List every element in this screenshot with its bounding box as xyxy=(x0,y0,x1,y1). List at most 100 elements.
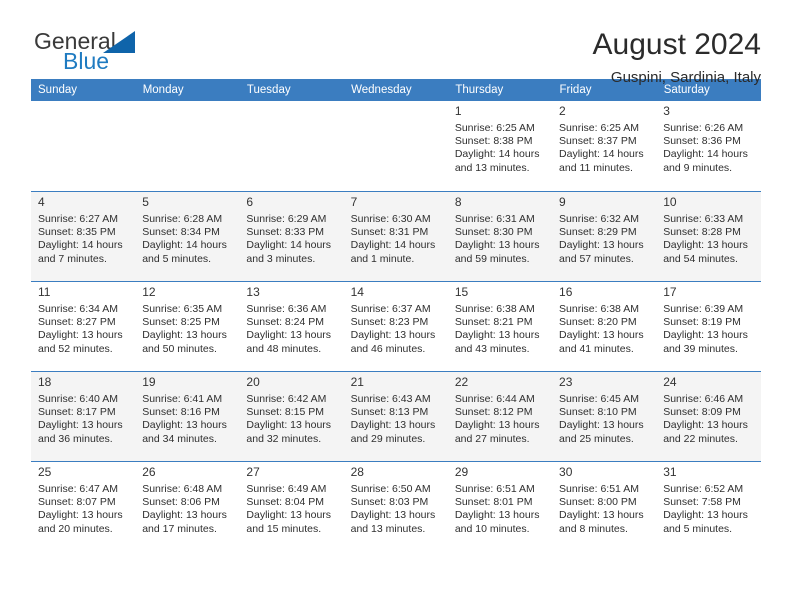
day-details: Sunrise: 6:34 AM Sunset: 8:27 PM Daylight:… xyxy=(38,303,129,356)
day-cell-29[interactable]: 29 Sunrise: 6:51 AM Sunset: 8:01 PM Dayligh… xyxy=(447,461,553,551)
day-number: 23 xyxy=(559,375,573,389)
day-number xyxy=(38,101,129,105)
day-cell-8[interactable]: 8 Sunrise: 6:31 AM Sunset: 8:30 PM Daylight… xyxy=(447,191,553,281)
day-number: 10 xyxy=(663,195,677,209)
day-details: Sunrise: 6:25 AM Sunset: 8:37 PM Daylight:… xyxy=(559,122,650,175)
day-number: 16 xyxy=(559,285,573,299)
day-number: 27 xyxy=(246,465,260,479)
logo-text-blue: Blue xyxy=(63,48,110,74)
day-number: 5 xyxy=(142,195,149,209)
day-number: 6 xyxy=(246,195,254,209)
day-cell-23[interactable]: 23 Sunrise: 6:45 AM Sunset: 8:10 PM Dayligh… xyxy=(552,371,657,461)
sunset-text: Sunset: 8:20 PM xyxy=(559,316,637,329)
day-number: 22 xyxy=(454,375,469,389)
day-details: Sunrise: 6:33 AM Sunset: 8:28 PM Daylight:… xyxy=(663,213,754,266)
daylight-text-3: and 25 minutes. xyxy=(559,432,634,445)
day-details: Sunrise: 6:30 AM Sunset: 8:31 PM Daylight:… xyxy=(351,213,442,266)
calendar-page: General Blue August 2024 Guspini, Sardin… xyxy=(0,0,792,612)
day-cell-15[interactable]: 15 Sunrise: 6:38 AM Sunset: 8:21 PM Dayligh… xyxy=(447,281,553,371)
sunset-text: Sunset: 8:03 PM xyxy=(350,496,429,509)
day-cell-4[interactable]: 4 Sunrise: 6:27 AM Sunset: 8:35 PM Daylight… xyxy=(31,191,136,281)
sunset-text: Sunset: 8:07 PM xyxy=(38,496,116,509)
sunrise-text: Sunrise: 6:44 AM xyxy=(454,393,535,405)
daylight-text-2: Daylight: 13 hours xyxy=(246,509,332,522)
general-blue-logo[interactable]: General Blue xyxy=(31,28,151,80)
day-cell-empty xyxy=(31,101,135,191)
day-cell-12[interactable]: 12 Sunrise: 6:35 AM Sunset: 8:25 PM Dayligh… xyxy=(135,281,240,371)
day-cell-10[interactable]: 10 Sunrise: 6:33 AM Sunset: 8:28 PM Dayligh… xyxy=(656,191,761,281)
page-header: General Blue August 2024 Guspini, Sardin… xyxy=(31,0,761,86)
day-cell-24[interactable]: 24 Sunrise: 6:46 AM Sunset: 8:09 PM Dayligh… xyxy=(656,371,761,461)
day-cell-26[interactable]: 26 Sunrise: 6:48 AM Sunset: 8:06 PM Dayligh… xyxy=(135,461,240,551)
daylight-text-2: Daylight: 13 hours xyxy=(663,509,748,522)
daylight-text-2: Daylight: 13 hours xyxy=(454,419,540,432)
daylight-text-3: and 39 minutes. xyxy=(663,342,738,355)
day-number: 1 xyxy=(454,104,462,118)
day-details: Sunrise: 6:45 AM Sunset: 8:10 PM Daylight:… xyxy=(559,393,650,446)
day-cell-14[interactable]: 14 Sunrise: 6:37 AM Sunset: 8:23 PM Dayligh… xyxy=(343,281,448,371)
daylight-text-2: Daylight: 13 hours xyxy=(142,419,227,432)
day-details: Sunrise: 6:32 AM Sunset: 8:29 PM Daylight:… xyxy=(559,213,650,266)
day-cell-2[interactable]: 2 Sunrise: 6:25 AM Sunset: 8:37 PM Daylight… xyxy=(552,101,656,191)
daylight-text-3: and 52 minutes. xyxy=(38,342,113,355)
sunset-text: Sunset: 8:17 PM xyxy=(38,406,116,419)
day-cell-19[interactable]: 19 Sunrise: 6:41 AM Sunset: 8:16 PM Dayligh… xyxy=(135,371,240,461)
day-cell-11[interactable]: 11 Sunrise: 6:34 AM Sunset: 8:27 PM Dayligh… xyxy=(31,281,136,371)
day-details: Sunrise: 6:44 AM Sunset: 8:12 PM Daylight:… xyxy=(455,393,546,446)
daylight-text-3: and 9 minutes. xyxy=(663,161,733,174)
daylight-text-2: Daylight: 14 hours xyxy=(246,239,332,252)
daylight-text-2: Daylight: 14 hours xyxy=(142,239,227,252)
day-cell-9[interactable]: 9 Sunrise: 6:32 AM Sunset: 8:29 PM Daylight… xyxy=(552,191,657,281)
sunrise-text: Sunrise: 6:41 AM xyxy=(142,393,223,405)
daylight-text-3: and 34 minutes. xyxy=(142,432,217,445)
sunset-text: Sunset: 8:24 PM xyxy=(246,316,325,329)
day-cell-13[interactable]: 13 Sunrise: 6:36 AM Sunset: 8:24 PM Dayligh… xyxy=(239,281,344,371)
daylight-text-3: and 20 minutes. xyxy=(38,522,113,535)
day-number: 13 xyxy=(246,285,260,299)
day-cell-3[interactable]: 3 Sunrise: 6:26 AM Sunset: 8:36 PM Daylight… xyxy=(656,101,760,191)
day-cell-16[interactable]: 16 Sunrise: 6:38 AM Sunset: 8:20 PM Dayligh… xyxy=(552,281,657,371)
daylight-text-2: Daylight: 13 hours xyxy=(454,509,540,522)
weekday-header-sunday: Sunday xyxy=(31,79,136,101)
day-number xyxy=(351,101,442,105)
day-details: Sunrise: 6:43 AM Sunset: 8:13 PM Daylight:… xyxy=(351,393,442,446)
day-cell-25[interactable]: 25 Sunrise: 6:47 AM Sunset: 8:07 PM Dayligh… xyxy=(31,461,136,551)
day-cell-28[interactable]: 28 Sunrise: 6:50 AM Sunset: 8:03 PM Dayligh… xyxy=(343,461,448,551)
day-number: 31 xyxy=(663,465,677,479)
daylight-text-3: and 7 minutes. xyxy=(38,252,107,265)
sunset-text: Sunset: 8:36 PM xyxy=(663,135,741,148)
day-cell-22[interactable]: 22 Sunrise: 6:44 AM Sunset: 8:12 PM Dayligh… xyxy=(447,371,553,461)
daylight-text-3: and 46 minutes. xyxy=(350,342,426,355)
sunrise-text: Sunrise: 6:47 AM xyxy=(38,483,118,495)
day-cell-18[interactable]: 18 Sunrise: 6:40 AM Sunset: 8:17 PM Dayligh… xyxy=(31,371,136,461)
day-cell-empty xyxy=(135,101,239,191)
day-cell-1[interactable]: 1 Sunrise: 6:25 AM Sunset: 8:38 PM Daylight… xyxy=(448,101,552,191)
sunrise-text: Sunrise: 6:42 AM xyxy=(246,393,327,405)
day-cell-7[interactable]: 7 Sunrise: 6:30 AM Sunset: 8:31 PM Daylight… xyxy=(343,191,448,281)
day-cell-6[interactable]: 6 Sunrise: 6:29 AM Sunset: 8:33 PM Daylight… xyxy=(239,191,344,281)
daylight-text-3: and 13 minutes. xyxy=(350,522,426,535)
daylight-text-3: and 27 minutes. xyxy=(454,432,530,445)
day-cell-5[interactable]: 5 Sunrise: 6:28 AM Sunset: 8:34 PM Daylight… xyxy=(135,191,240,281)
day-cell-20[interactable]: 20 Sunrise: 6:42 AM Sunset: 8:15 PM Dayligh… xyxy=(239,371,344,461)
page-title: August 2024 xyxy=(592,28,761,61)
day-cell-27[interactable]: 27 Sunrise: 6:49 AM Sunset: 8:04 PM Dayligh… xyxy=(239,461,344,551)
sunrise-text: Sunrise: 6:51 AM xyxy=(559,483,639,495)
day-cell-30[interactable]: 30 Sunrise: 6:51 AM Sunset: 8:00 PM Dayligh… xyxy=(552,461,657,551)
day-number: 29 xyxy=(454,465,469,479)
sunrise-text: Sunrise: 6:36 AM xyxy=(246,303,327,315)
sunset-text: Sunset: 8:35 PM xyxy=(38,226,116,239)
day-cell-empty xyxy=(344,101,448,191)
daylight-text-2: Daylight: 14 hours xyxy=(350,239,436,252)
day-cell-31[interactable]: 31 Sunrise: 6:52 AM Sunset: 7:58 PM Dayligh… xyxy=(656,461,761,551)
day-cell-21[interactable]: 21 Sunrise: 6:43 AM Sunset: 8:13 PM Dayligh… xyxy=(343,371,448,461)
day-number: 26 xyxy=(142,465,156,479)
day-cell-17[interactable]: 17 Sunrise: 6:39 AM Sunset: 8:19 PM Dayligh… xyxy=(656,281,761,371)
sunrise-text: Sunrise: 6:27 AM xyxy=(38,213,118,225)
sunrise-text: Sunrise: 6:32 AM xyxy=(559,213,639,225)
daylight-text-2: Daylight: 13 hours xyxy=(38,419,123,432)
day-number xyxy=(246,101,337,105)
day-number: 20 xyxy=(246,375,260,389)
sunset-text: Sunset: 8:28 PM xyxy=(663,226,741,239)
calendar-week-row: 25 Sunrise: 6:47 AM Sunset: 8:07 PM Dayligh… xyxy=(31,461,761,551)
